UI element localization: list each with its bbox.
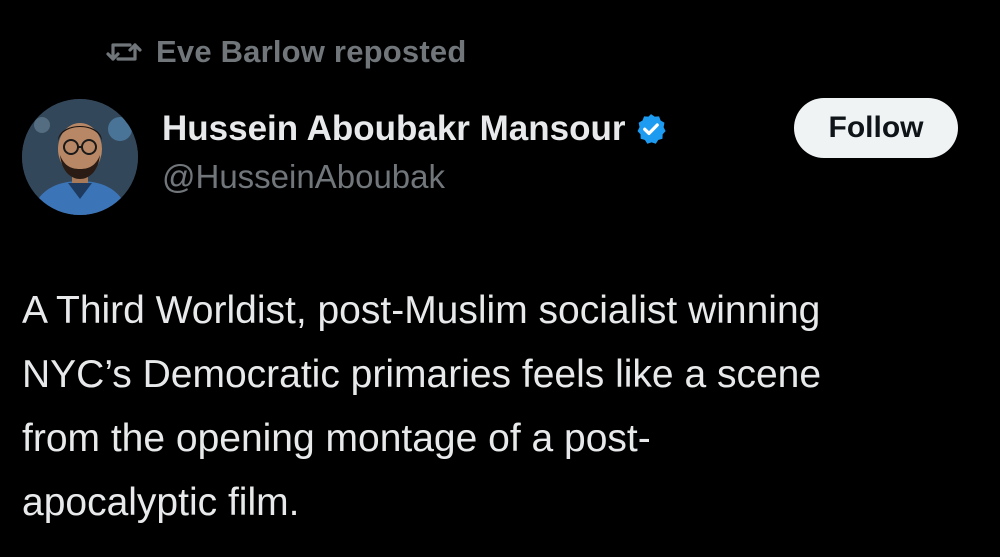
avatar[interactable] (22, 99, 138, 215)
post-text-line: from the opening montage of a post- (22, 417, 651, 460)
author-display-name[interactable]: Hussein Aboubakr Mansour (162, 109, 626, 149)
author-handle[interactable]: @HusseinAboubak (162, 158, 445, 196)
repost-label[interactable]: Eve Barlow reposted (156, 34, 466, 70)
post-text-line: apocalyptic film. (22, 481, 300, 524)
verified-badge-icon (634, 112, 668, 146)
post-text: A Third Worldist, post-Muslim socialist … (22, 279, 982, 535)
post-text-line: A Third Worldist, post-Muslim socialist … (22, 289, 821, 332)
repost-indicator[interactable]: Eve Barlow reposted (104, 30, 466, 74)
post-text-line: NYC’s Democratic primaries feels like a … (22, 353, 822, 396)
repost-icon (104, 37, 144, 67)
follow-button[interactable]: Follow (794, 98, 958, 158)
author-name-row[interactable]: Hussein Aboubakr Mansour (162, 106, 668, 152)
